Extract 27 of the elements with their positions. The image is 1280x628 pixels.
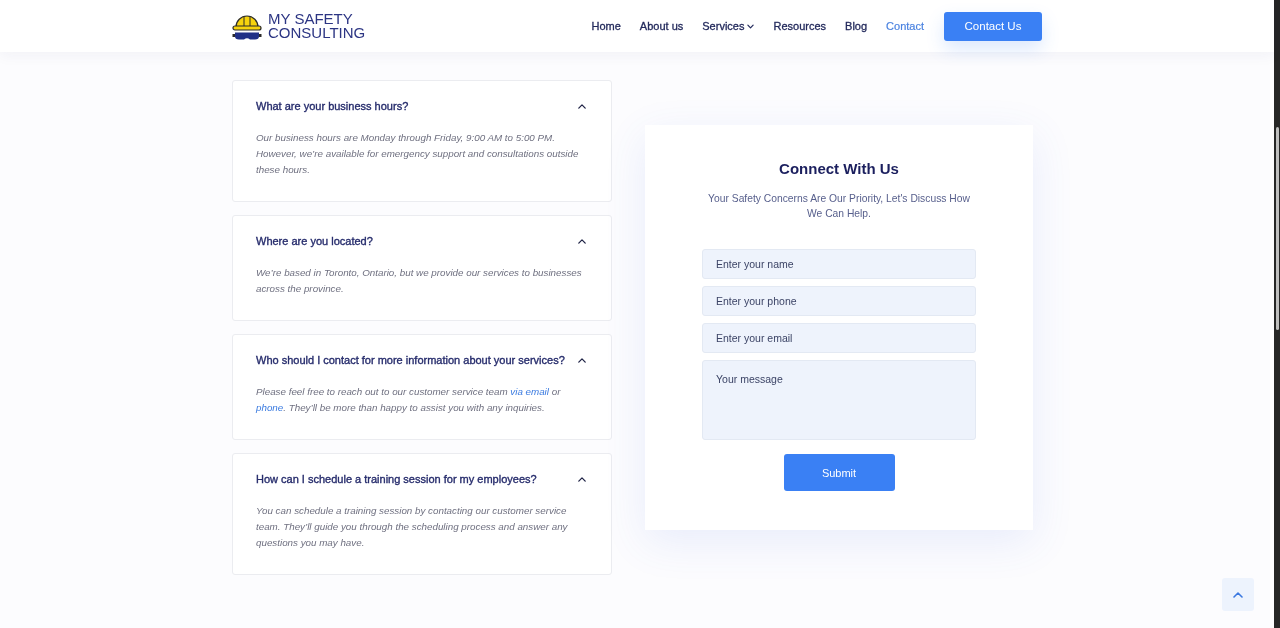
text-link[interactable]: via email xyxy=(510,386,549,397)
form-title: Connect With Us xyxy=(779,159,899,179)
scrollbar[interactable] xyxy=(1274,0,1280,628)
form-subtitle: Your Safety Concerns Are Our Priority, Let's Discuss How We Can Help. xyxy=(707,192,971,221)
faq-question[interactable]: Who should I contact for more information about your services? xyxy=(256,352,587,368)
faq-answer: Our business hours are Monday through Friday, 9:00 AM to 5:00 PM. However, we’re available for emergency support and consultations outside these hours. xyxy=(256,131,580,177)
nav-link[interactable]: Blog xyxy=(845,18,868,34)
input-field[interactable]: Enter your email xyxy=(702,323,976,353)
nav-link[interactable]: Contact xyxy=(886,18,924,34)
chevron-up-icon xyxy=(1233,591,1243,598)
logo-text[interactable]: MY SAFETY CONSULTING xyxy=(268,12,366,40)
faq-answer: We’re based in Toronto, Ontario, but we provide our services to businesses across the province. xyxy=(256,266,583,296)
faq-answer: Please feel free to reach out to our customer service team via email or phone. They’ll be more than happy to assist you with any inquiries. xyxy=(256,385,562,415)
message-field[interactable]: Your message xyxy=(702,360,976,440)
nav-link[interactable]: About us xyxy=(639,18,684,34)
scrollbar-thumb[interactable] xyxy=(1276,127,1279,330)
faq-question[interactable]: What are your business hours? xyxy=(256,98,587,114)
nav-link[interactable]: Services xyxy=(702,18,755,34)
nav-link[interactable]: Home xyxy=(591,18,621,34)
submit-button[interactable]: Submit xyxy=(783,454,895,491)
input-field[interactable]: Enter your phone xyxy=(702,286,976,316)
faq-question[interactable]: Where are you located? xyxy=(256,233,587,249)
input-field[interactable]: Enter your name xyxy=(702,249,976,279)
faq-answer: You can schedule a training session by contacting our customer service team. They’ll guide you through the scheduling process and answer any questions you may have. xyxy=(256,504,569,550)
faq-question[interactable]: How can I schedule a training session for my employees? xyxy=(256,471,587,487)
nav-link[interactable]: Resources xyxy=(773,18,827,34)
contact-us-button[interactable]: Contact Us xyxy=(944,11,1042,41)
